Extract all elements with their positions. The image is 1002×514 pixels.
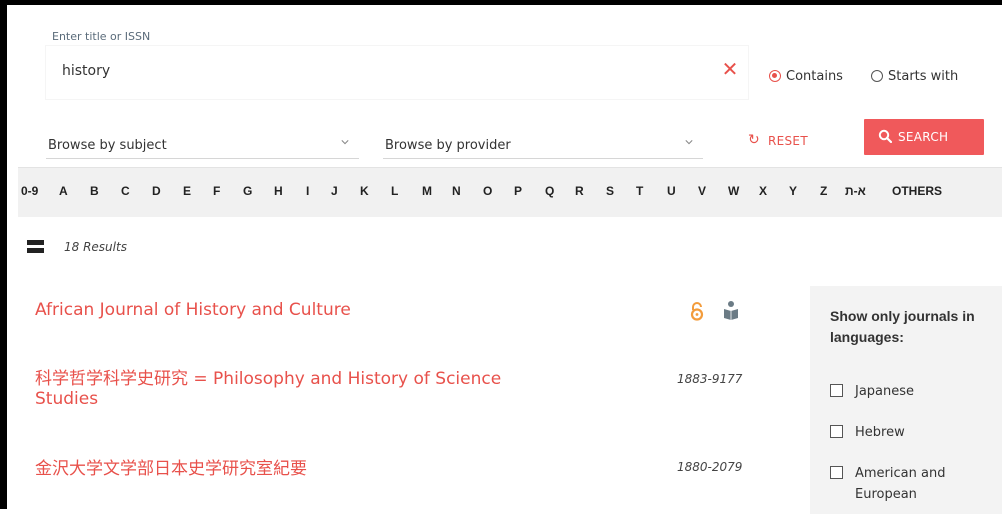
alpha-filter-b[interactable]: B — [90, 184, 99, 198]
open-access-icon — [690, 302, 704, 321]
alpha-filter-s[interactable]: S — [606, 184, 614, 198]
checkbox[interactable] — [830, 466, 843, 479]
alpha-filter-n[interactable]: N — [452, 184, 461, 198]
language-option-label: American and European — [855, 466, 946, 502]
search-input-label: Enter title or ISSN — [52, 30, 151, 43]
journal-issn: 1880-2079 — [677, 460, 743, 474]
alpha-filter-v[interactable]: V — [698, 184, 706, 198]
book-icon — [724, 301, 738, 320]
chevron-down-icon — [341, 140, 349, 145]
alpha-filter-f[interactable]: F — [213, 184, 220, 198]
alpha-filter-a[interactable]: A — [59, 184, 68, 198]
checkbox[interactable] — [830, 384, 843, 397]
alpha-filter-g[interactable]: G — [243, 184, 252, 198]
alpha-filter-o[interactable]: O — [483, 184, 492, 198]
alpha-filter-c[interactable]: C — [121, 184, 130, 198]
alpha-filter-y[interactable]: Y — [789, 184, 797, 198]
alpha-filter-j[interactable]: J — [331, 184, 338, 198]
alpha-filter-u[interactable]: U — [667, 184, 676, 198]
alpha-filter-k[interactable]: K — [360, 184, 369, 198]
alpha-filter-x[interactable]: X — [759, 184, 767, 198]
alpha-filter-d[interactable]: D — [152, 184, 161, 198]
chevron-down-icon — [685, 140, 693, 145]
radio-unselected-icon — [871, 70, 883, 82]
alpha-filter-h[interactable]: H — [274, 184, 283, 198]
search-button-label: SEARCH — [898, 130, 949, 144]
list-view-icon[interactable] — [27, 240, 44, 253]
alpha-filter-hebrew[interactable]: א-ת — [845, 184, 866, 198]
search-icon — [878, 129, 892, 143]
starts-with-radio-label: Starts with — [888, 69, 959, 84]
radio-selected-icon — [769, 70, 781, 82]
search-button[interactable]: SEARCH — [864, 119, 984, 155]
alpha-filter-others[interactable]: OTHERS — [892, 184, 942, 198]
reset-button-label: RESET — [768, 134, 808, 148]
journal-title-link[interactable]: 科学哲学科学史研究 = Philosophy and History of Sc… — [35, 369, 501, 409]
language-filter-title: Show only journals in languages: — [830, 308, 975, 345]
journal-title-link[interactable]: African Journal of History and Culture — [35, 300, 351, 320]
alpha-filter-m[interactable]: M — [422, 184, 432, 198]
journal-title-link[interactable]: 金沢大学文学部日本史学研究室紀要 — [35, 459, 307, 479]
alpha-filter-e[interactable]: E — [183, 184, 191, 198]
contains-radio-label: Contains — [786, 69, 843, 84]
language-option-label: Japanese — [855, 384, 915, 399]
search-input-value[interactable]: history — [62, 63, 110, 79]
results-count: 18 Results — [64, 240, 127, 254]
alpha-filter-t[interactable]: T — [636, 184, 643, 198]
alphabet-filter-bar: 0-9 A B C D E F G H I J K L M N O P Q R … — [18, 167, 1002, 217]
language-option-label: Hebrew — [855, 425, 905, 440]
search-input[interactable] — [46, 46, 748, 99]
clear-icon[interactable]: ✕ — [719, 58, 741, 80]
alpha-filter-l[interactable]: L — [391, 184, 398, 198]
journal-title-line: 科学哲学科学史研究 = Philosophy and History of Sc… — [35, 369, 502, 389]
alpha-filter-i[interactable]: I — [306, 184, 309, 198]
alpha-filter-p[interactable]: P — [514, 184, 522, 198]
journal-issn: 1883-9177 — [677, 372, 743, 386]
journal-search-panel: Enter title or ISSN history ✕ Contains S… — [7, 5, 1002, 514]
alpha-filter-w[interactable]: W — [728, 184, 739, 198]
reset-icon: ↻ — [748, 132, 760, 148]
browse-by-provider-select[interactable]: Browse by provider — [383, 132, 703, 159]
alpha-filter-r[interactable]: R — [575, 184, 584, 198]
browse-by-provider-label: Browse by provider — [385, 138, 511, 153]
checkbox[interactable] — [830, 425, 843, 438]
language-filter-panel: Show only journals in languages: Japanes… — [810, 286, 1002, 514]
alpha-filter-q[interactable]: Q — [545, 184, 554, 198]
window-border-left — [0, 0, 7, 509]
browse-by-subject-select[interactable]: Browse by subject — [46, 132, 359, 159]
journal-title-line: Studies — [35, 389, 99, 409]
alpha-filter-z[interactable]: Z — [820, 184, 827, 198]
browse-by-subject-label: Browse by subject — [48, 138, 167, 153]
alpha-filter-0-9[interactable]: 0-9 — [21, 184, 38, 198]
